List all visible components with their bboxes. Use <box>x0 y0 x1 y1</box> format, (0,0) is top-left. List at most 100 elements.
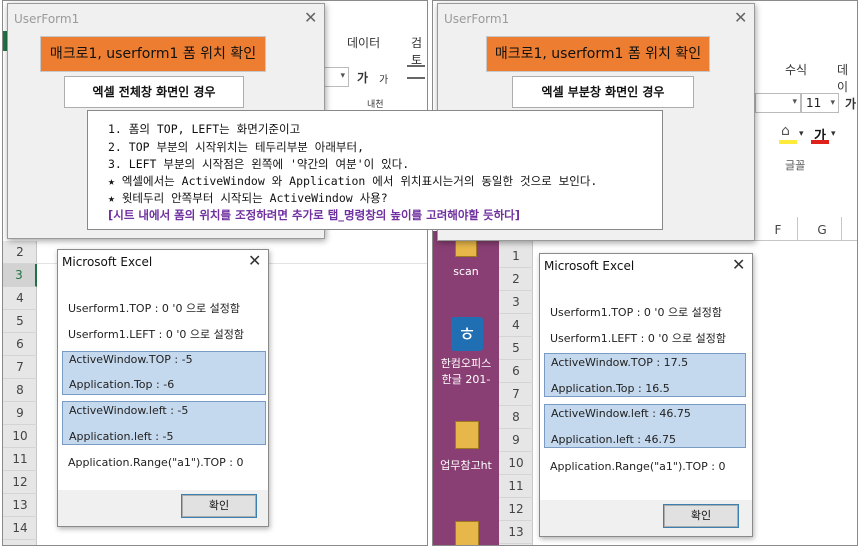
row-number[interactable]: 13 <box>3 494 37 517</box>
explanation-note-box: 1. 폼의 TOP, LEFT는 화면기준이고 2. TOP 부분의 시작위치는… <box>87 110 663 230</box>
ribbon-tab-review[interactable]: 검토 <box>411 34 427 68</box>
row-number[interactable]: 12 <box>499 498 533 521</box>
msgbox-footer: 확인 <box>58 490 268 526</box>
application-top: Application.Top : 16.5 <box>551 382 670 395</box>
highlight-box-left: ActiveWindow.left : -5 Application.left … <box>62 401 266 445</box>
row-number[interactable]: 8 <box>499 406 533 429</box>
wrap-text-icon[interactable]: 내천 <box>367 97 384 110</box>
close-icon[interactable]: ✕ <box>248 251 261 270</box>
application-left: Application.left : 46.75 <box>551 433 676 446</box>
ok-button[interactable]: 확인 <box>663 504 739 528</box>
activewindow-left: ActiveWindow.left : -5 <box>69 404 189 417</box>
msgbox-window: Microsoft Excel ✕ Userform1.TOP : 0 '0 으… <box>57 249 269 527</box>
note-emphasis: [시트 내에서 폼의 위치를 조정하려면 추가로 탭_명령창의 높이를 고려해야… <box>108 208 521 222</box>
close-icon[interactable]: ✕ <box>304 8 317 27</box>
hancom-icon[interactable]: ㅎ <box>451 317 483 351</box>
row-number[interactable]: 9 <box>499 429 533 452</box>
macro-button[interactable]: 매크로1, userform1 폼 위치 확인 <box>40 36 266 72</box>
row-number[interactable]: 2 <box>3 241 37 264</box>
note-line-1: 1. 폼의 TOP, LEFT는 화면기준이고 <box>108 122 301 136</box>
msgbox-line-left: Userform1.LEFT : 0 '0 으로 설정함 <box>68 328 244 341</box>
msgbox-title: Microsoft Excel <box>544 259 635 273</box>
highlight-box-top: ActiveWindow.TOP : -5 Application.Top : … <box>62 351 266 395</box>
macro-button[interactable]: 매크로1, userform1 폼 위치 확인 <box>486 36 710 72</box>
row-number[interactable]: 8 <box>3 379 37 402</box>
font-name-box[interactable]: ▾ <box>755 93 801 113</box>
application-left: Application.left : -5 <box>69 430 174 443</box>
row-number[interactable]: 3 <box>499 291 533 314</box>
font-size-box[interactable]: 11 ▾ <box>801 93 839 113</box>
row-number[interactable]: 4 <box>499 314 533 337</box>
ok-button[interactable]: 확인 <box>181 494 257 518</box>
row-number[interactable]: 13 <box>499 521 533 544</box>
font-grow-icon[interactable]: 가 <box>845 95 856 112</box>
row-number[interactable]: 7 <box>499 383 533 406</box>
mode-button[interactable]: 엑셀 전체창 화면인 경우 <box>64 76 244 108</box>
row-number[interactable]: 9 <box>3 402 37 425</box>
column-divider <box>797 217 798 241</box>
ribbon-tab-data[interactable]: 데이 <box>837 61 857 95</box>
dropdown-icon[interactable]: ▾ <box>799 129 804 139</box>
desktop-hangul-label[interactable]: 한글 201- <box>433 371 499 387</box>
row-number[interactable]: 10 <box>3 425 37 448</box>
row-number[interactable]: 2 <box>499 268 533 291</box>
mode-button[interactable]: 엑셀 부분창 화면인 경우 <box>512 76 694 108</box>
desktop-hancom-label[interactable]: 한컴오피스 <box>433 355 499 371</box>
row-number[interactable]: 1 <box>499 245 533 268</box>
note-line-4: ★ 엑셀에서는 ActiveWindow 와 Application 에서 위치… <box>108 174 598 188</box>
msgbox-line-top: Userform1.TOP : 0 '0 으로 설정함 <box>550 306 723 319</box>
msgbox-line-range: Application.Range("a1").TOP : 0 <box>550 460 726 473</box>
row-number[interactable]: 11 <box>499 475 533 498</box>
activewindow-left: ActiveWindow.left : 46.75 <box>551 407 691 420</box>
align-icon[interactable] <box>407 65 425 79</box>
userform-title: UserForm1 <box>14 12 80 26</box>
right-screenshot-panel: scan ㅎ 한컴오피스 한글 201- 업무참고ht 수식 데이 ▾ 11 ▾ … <box>432 0 858 546</box>
highlight-box-top: ActiveWindow.TOP : 17.5 Application.Top … <box>544 353 746 397</box>
note-line-3: 3. LEFT 부분의 시작점은 왼쪽에 '약간의 여분'이 있다. <box>108 157 410 171</box>
dropdown-icon[interactable]: ▾ <box>831 129 836 139</box>
row-number[interactable]: 6 <box>499 360 533 383</box>
left-screenshot-panel: 데이터 검토 ▾ 가 가 내천 2 3 4 5 6 7 8 9 10 11 12 13 14 UserF… <box>2 0 428 546</box>
highlight-box-left: ActiveWindow.left : 46.75 Application.le… <box>544 404 746 448</box>
row-number[interactable]: 7 <box>3 356 37 379</box>
fill-color-icon[interactable]: ⌂ <box>779 123 797 144</box>
font-grow-icon[interactable]: 가 <box>357 69 368 86</box>
row-number[interactable]: 6 <box>3 333 37 356</box>
row-number[interactable]: 14 <box>3 517 37 540</box>
font-color-icon[interactable]: 가 <box>811 125 829 144</box>
msgbox-line-range: Application.Range("a1").TOP : 0 <box>68 456 244 469</box>
note-line-5: ★ 윗테두리 안쪽부터 시작되는 ActiveWindow 사용? <box>108 191 388 205</box>
row-number[interactable]: 4 <box>3 287 37 310</box>
userform-title: UserForm1 <box>444 12 510 26</box>
folder-icon[interactable] <box>455 521 479 545</box>
row-number[interactable]: 12 <box>3 471 37 494</box>
font-size-value: 11 <box>806 96 822 110</box>
application-top: Application.Top : -6 <box>69 378 175 391</box>
column-f[interactable]: F <box>763 223 793 241</box>
font-group-label: 글꼴 <box>785 159 806 172</box>
note-line-2: 2. TOP 부분의 시작위치는 테두리부분 아래부터, <box>108 140 365 154</box>
row-number[interactable]: 11 <box>3 448 37 471</box>
ribbon-tab-data[interactable]: 데이터 <box>347 34 380 51</box>
font-shrink-icon[interactable]: 가 <box>379 71 388 86</box>
column-divider <box>841 217 842 241</box>
msgbox-line-left: Userform1.LEFT : 0 '0 으로 설정함 <box>550 332 726 345</box>
excel-window <box>751 1 857 241</box>
close-icon[interactable]: ✕ <box>734 8 747 27</box>
desktop-scan-label[interactable]: scan <box>433 265 499 278</box>
row-number[interactable]: 3 <box>3 264 37 287</box>
folder-icon[interactable] <box>455 421 479 449</box>
column-g[interactable]: G <box>807 223 837 241</box>
desktop-background: scan ㅎ 한컴오피스 한글 201- 업무참고ht <box>433 231 499 545</box>
ribbon-tab-formula[interactable]: 수식 <box>785 61 807 78</box>
msgbox-title: Microsoft Excel <box>62 255 153 269</box>
activewindow-top: ActiveWindow.TOP : 17.5 <box>551 356 689 369</box>
row-number[interactable]: 5 <box>499 337 533 360</box>
activewindow-top: ActiveWindow.TOP : -5 <box>69 353 193 366</box>
msgbox-line-top: Userform1.TOP : 0 '0 으로 설정함 <box>68 302 241 315</box>
excel-titlebar <box>751 1 857 29</box>
desktop-work-label[interactable]: 업무참고ht <box>433 457 499 473</box>
row-number[interactable]: 5 <box>3 310 37 333</box>
close-icon[interactable]: ✕ <box>732 255 745 274</box>
row-number[interactable]: 10 <box>499 452 533 475</box>
